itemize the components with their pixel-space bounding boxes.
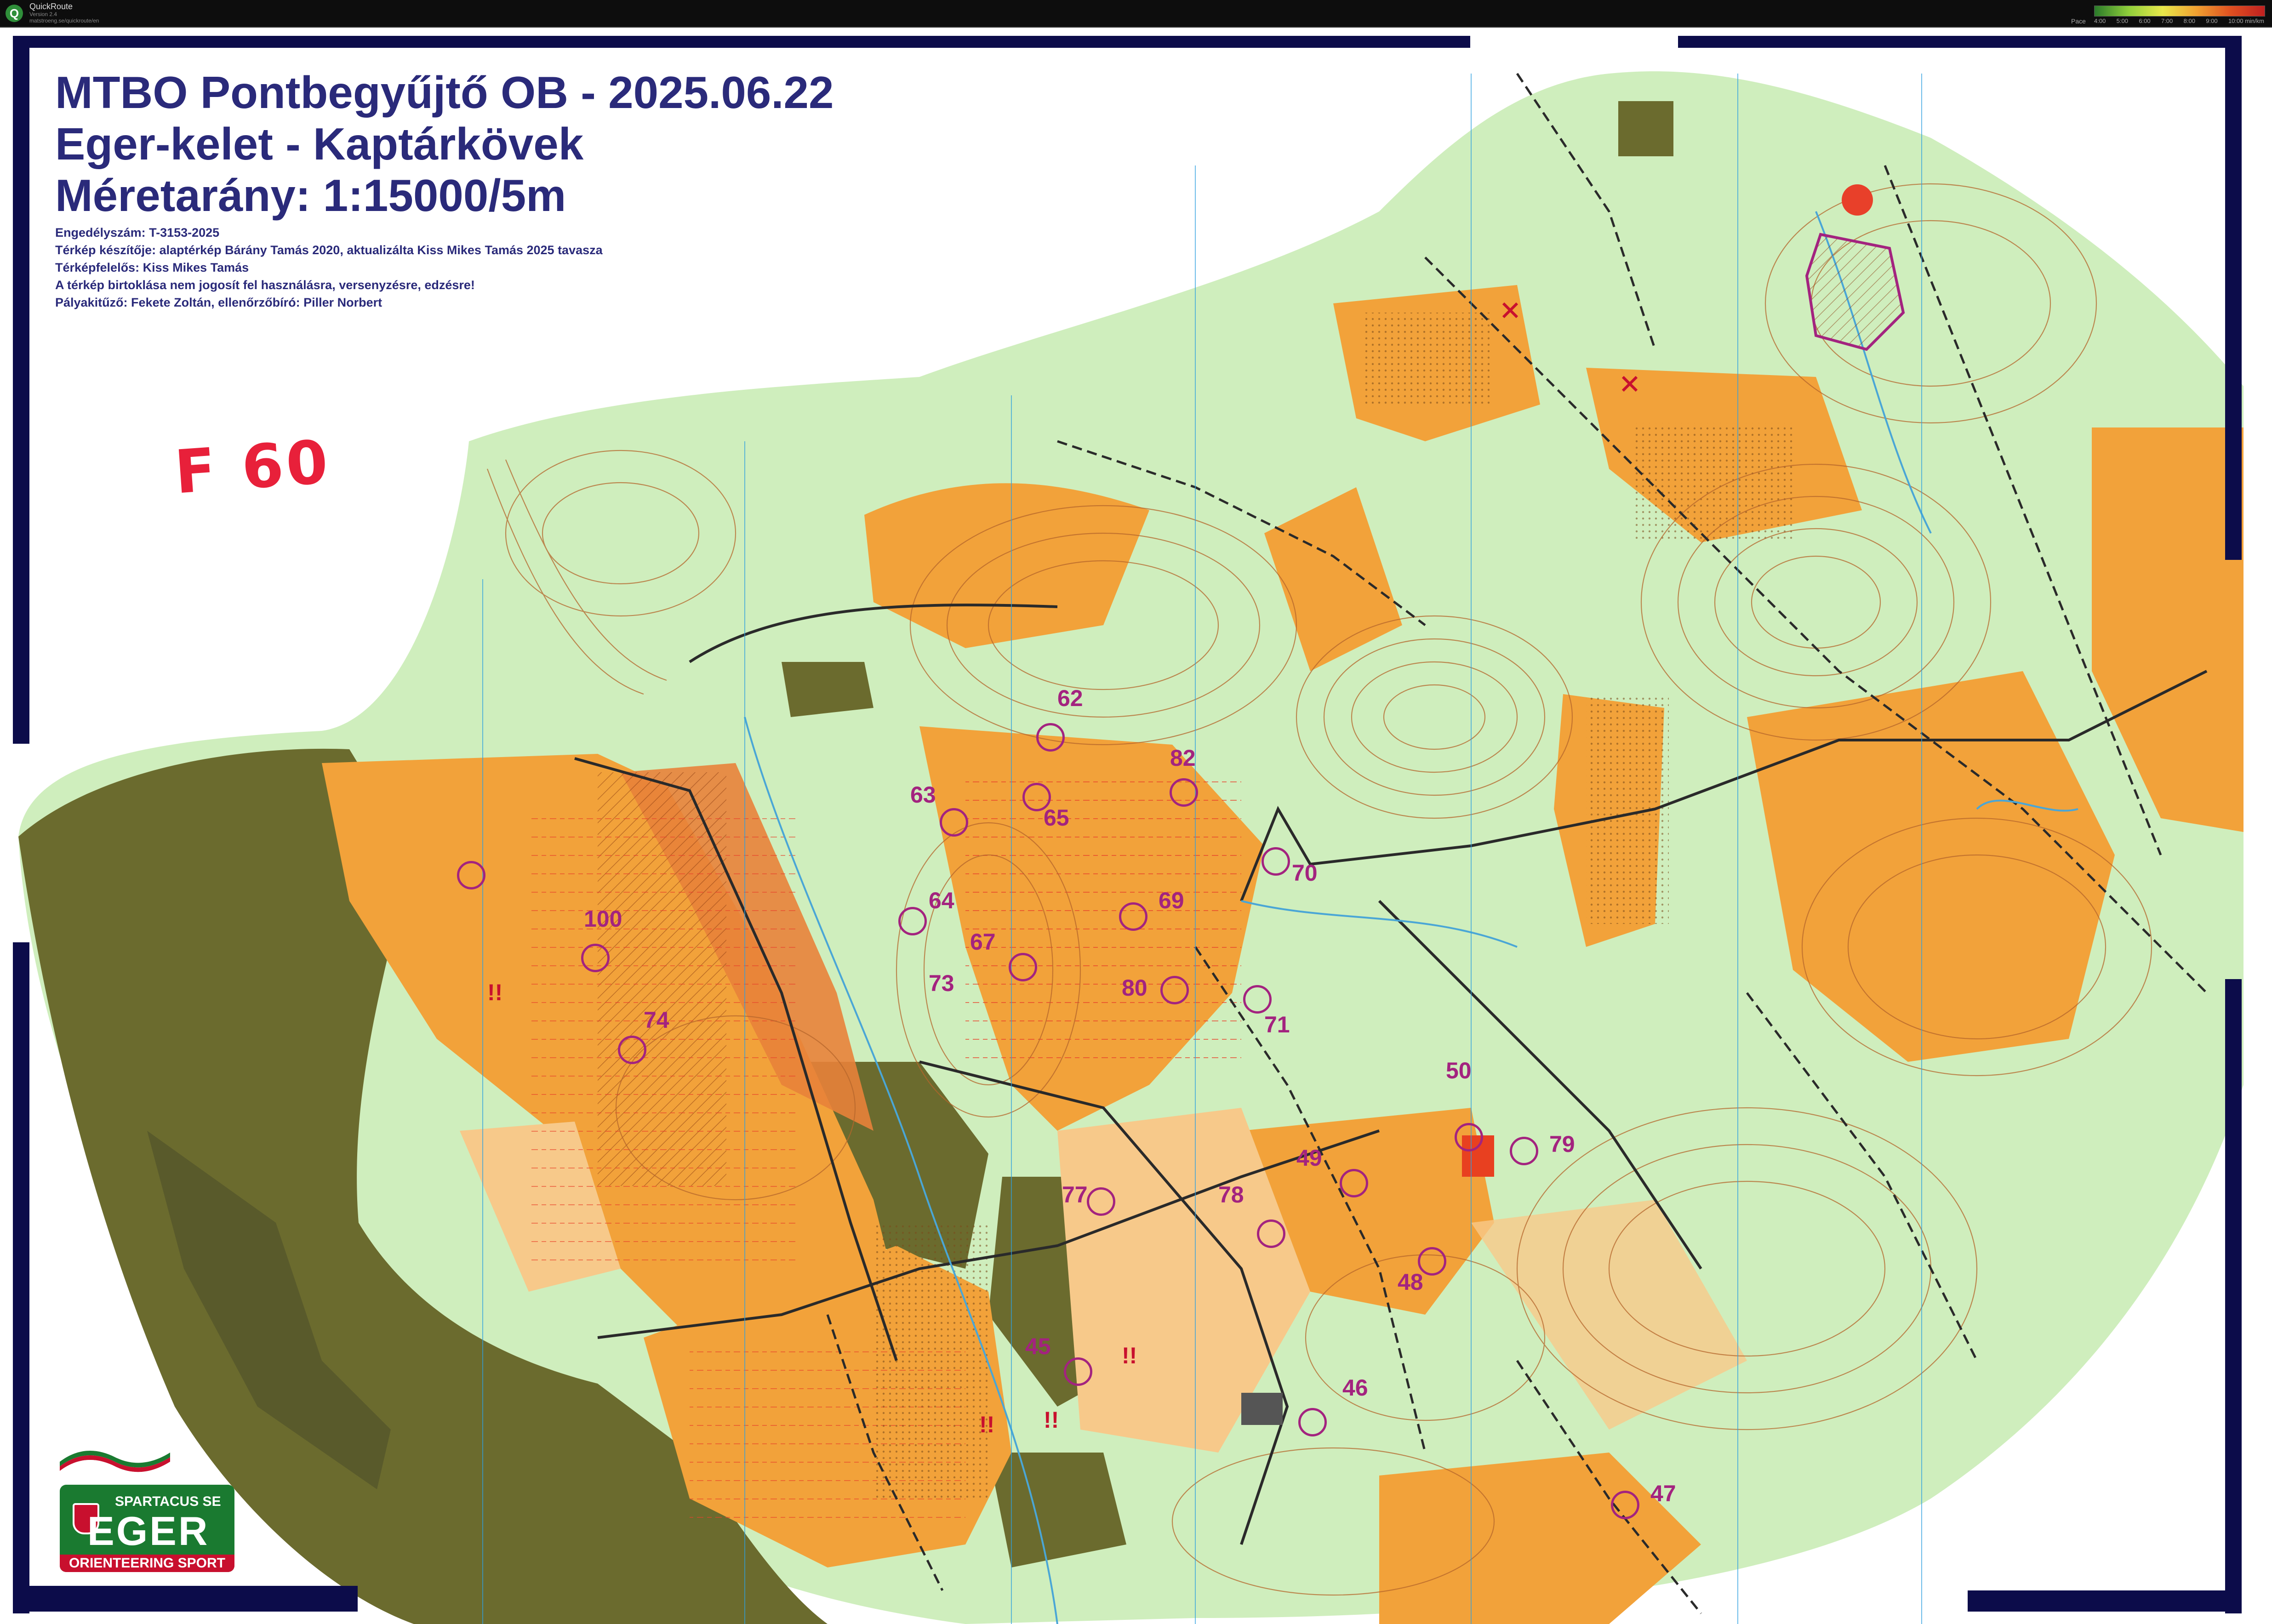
frame-top-right-h xyxy=(1678,36,2239,48)
control-number: 70 xyxy=(1292,860,1318,886)
pace-color-scale xyxy=(2094,6,2265,17)
map-maker: Térkép készítője: alaptérkép Bárány Tamá… xyxy=(55,243,603,257)
control-number: 73 xyxy=(929,970,954,996)
frame-top-left-v xyxy=(13,36,29,744)
pace-tick: 6:00 xyxy=(2139,17,2151,24)
control-number: 65 xyxy=(1044,805,1069,831)
pace-scale-ticks: 4:00 5:00 6:00 7:00 8:00 9:00 10:00 min/… xyxy=(2094,17,2264,24)
pace-tick: 5:00 xyxy=(2116,17,2128,24)
warning-mark: !! xyxy=(487,980,503,1005)
control-number: 49 xyxy=(1296,1145,1322,1171)
frame-top-left-h xyxy=(13,36,1470,48)
frame-bottom-left-h xyxy=(13,1586,358,1612)
course-officials: Pályakitűző: Fekete Zoltán, ellenőrzőbír… xyxy=(55,296,382,309)
control-number: 64 xyxy=(929,888,954,913)
control-circle[interactable] xyxy=(581,944,610,972)
event-title: MTBO Pontbegyűjtő OB - 2025.06.22 xyxy=(55,67,834,118)
control-number: 80 xyxy=(1122,975,1147,1001)
control-circle[interactable] xyxy=(1455,1123,1483,1151)
control-number: 45 xyxy=(1025,1333,1051,1359)
control-number: 63 xyxy=(910,782,936,808)
control-circle[interactable] xyxy=(1160,976,1189,1004)
warning-mark: !! xyxy=(979,1412,995,1437)
control-number: 67 xyxy=(970,929,996,955)
dense-patch xyxy=(1618,101,1673,156)
control-circle[interactable] xyxy=(1340,1169,1368,1197)
scale-title: Méretarány: 1:15000/5m xyxy=(55,170,566,221)
control-number: 50 xyxy=(1446,1058,1472,1083)
frame-bottom-left-v xyxy=(13,942,29,1613)
vineyard xyxy=(965,772,1241,1071)
control-circle[interactable] xyxy=(1262,847,1290,876)
control-number: 69 xyxy=(1159,888,1184,913)
logo-club-name: SPARTACUS SE xyxy=(115,1494,221,1509)
control-number: 79 xyxy=(1549,1131,1575,1157)
control-circle[interactable] xyxy=(1298,1408,1327,1436)
app-name: QuickRoute xyxy=(29,2,73,11)
quickroute-icon: Q xyxy=(6,5,23,22)
control-number: 78 xyxy=(1218,1182,1244,1208)
area-title: Eger-kelet - Kaptárkövek xyxy=(55,119,584,169)
orienteering-map[interactable]: MTBO Pontbegyűjtő OB - 2025.06.22 Eger-k… xyxy=(0,28,2272,1624)
control-circle[interactable] xyxy=(1064,1357,1092,1386)
control-number: 74 xyxy=(644,1007,669,1033)
club-logo: SPARTACUS SE EGER ORIENTEERING SPORT xyxy=(60,1448,234,1572)
control-circle[interactable] xyxy=(1257,1219,1285,1248)
frame-bottom-right-v xyxy=(2225,979,2242,1613)
flag-icon xyxy=(60,1451,170,1476)
control-number: 47 xyxy=(1650,1481,1676,1506)
control-number: 46 xyxy=(1342,1375,1368,1401)
building xyxy=(1241,1393,1283,1425)
app-title-bar: Q QuickRoute Version 2.4 matstroeng.se/q… xyxy=(0,0,2272,28)
control-circle[interactable] xyxy=(898,907,927,935)
control-circle[interactable] xyxy=(618,1036,646,1064)
control-circle[interactable] xyxy=(940,808,968,837)
water-feature xyxy=(1842,184,1873,216)
map-responsible: Térképfelelős: Kiss Mikes Tamás xyxy=(55,261,249,274)
control-number: 100 xyxy=(584,906,622,932)
pace-tick: 9:00 xyxy=(2206,17,2218,24)
control-circle[interactable] xyxy=(1009,953,1037,981)
frame-top-right-v xyxy=(2225,36,2242,560)
app-version: Version 2.4 xyxy=(29,11,57,17)
permit-number: Engedélyszám: T-3153-2025 xyxy=(55,226,220,239)
dotted-rough xyxy=(1361,313,1490,405)
pace-tick: 7:00 xyxy=(2161,17,2173,24)
control-circle[interactable] xyxy=(1119,902,1147,931)
vineyard xyxy=(529,809,795,1269)
dotted-rough xyxy=(1632,423,1793,542)
control-circle[interactable] xyxy=(457,861,485,889)
warning-mark: !! xyxy=(1122,1343,1137,1368)
map-header: MTBO Pontbegyűjtő OB - 2025.06.22 Eger-k… xyxy=(55,67,834,311)
control-number: 82 xyxy=(1170,745,1196,771)
pace-tick: 4:00 xyxy=(2094,17,2106,24)
control-circle[interactable] xyxy=(1087,1187,1115,1216)
logo-city-name: EGER xyxy=(87,1508,210,1554)
dotted-rough xyxy=(873,1223,988,1499)
logo-sport-banner: ORIENTEERING SPORT xyxy=(60,1555,234,1572)
frame-bottom-right-h xyxy=(1968,1590,2242,1612)
control-number: 48 xyxy=(1398,1269,1423,1295)
control-number: 71 xyxy=(1264,1012,1290,1037)
pace-tick: 10:00 min/km xyxy=(2228,17,2264,24)
control-circle[interactable] xyxy=(1510,1137,1538,1165)
usage-notice: A térkép birtoklása nem jogosít fel hasz… xyxy=(55,278,475,292)
control-number: 62 xyxy=(1057,685,1083,711)
control-circle[interactable] xyxy=(1170,778,1198,807)
control-number: 77 xyxy=(1062,1182,1088,1208)
handwritten-category: F 60 xyxy=(172,427,333,507)
dense-patch xyxy=(782,662,873,717)
control-circle[interactable] xyxy=(1611,1491,1639,1519)
control-circle[interactable] xyxy=(1243,985,1272,1014)
pace-legend-label: Pace xyxy=(2071,17,2086,25)
control-circle[interactable] xyxy=(1036,723,1065,752)
warning-mark: !! xyxy=(1044,1407,1059,1433)
app-url[interactable]: matstroeng.se/quickroute/en xyxy=(29,17,99,24)
pace-tick: 8:00 xyxy=(2183,17,2195,24)
